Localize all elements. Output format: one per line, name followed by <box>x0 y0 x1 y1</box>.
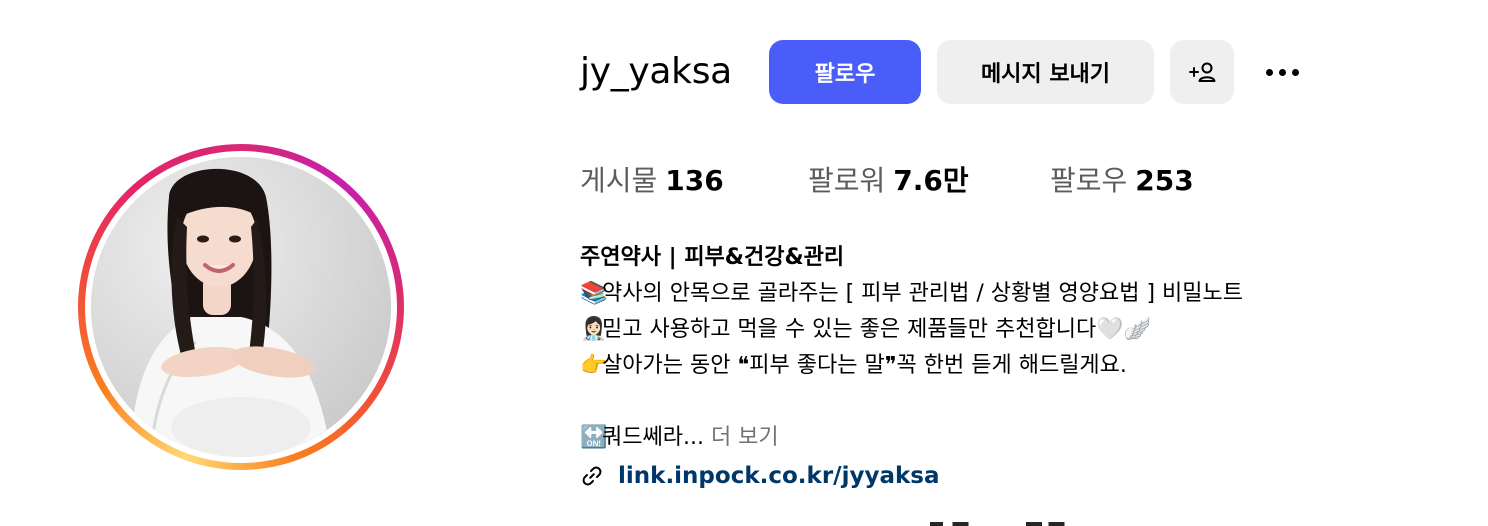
heart-wing-emoji-icon: 🤍🪽 <box>1096 317 1152 342</box>
books-emoji-icon: 📚 <box>580 281 608 306</box>
more-options-icon-dot <box>1291 68 1299 76</box>
more-options-button[interactable] <box>1258 56 1306 88</box>
stat-followers-value: 7.6만 <box>893 164 969 197</box>
bio-display-name: 주연약사 | 피부&건강&관리 <box>580 245 845 270</box>
bio-external-link-row: link.inpock.co.kr/jyyaksa <box>580 458 1460 494</box>
bio-more-link[interactable]: 더 보기 <box>711 425 779 450</box>
suggested-accounts-button[interactable] <box>1170 40 1234 104</box>
add-person-icon <box>1189 62 1216 82</box>
pointing-hand-emoji-icon: 👉 <box>580 353 608 378</box>
follow-button[interactable]: 팔로우 <box>769 40 921 104</box>
bio-line-3-text: 살아가는 동안 ❝피부 좋다는 말❞꼭 한번 듣게 해드릴게요. <box>602 353 1127 378</box>
bio-line-4-text: 쿼드쎄라... <box>602 425 704 450</box>
bio-line-1: 📚약사의 안목으로 골라주는 [ 피부 관리법 / 상황별 영양요법 ] 비밀노… <box>580 276 1460 312</box>
pharmacist-emoji-icon: 👩🏻‍⚕️ <box>580 317 608 342</box>
bio-line-2-text: 믿고 사용하고 먹을 수 있는 좋은 제품들만 추천합니다 <box>602 317 1097 342</box>
bio-spacer <box>580 384 1460 420</box>
bio-external-link[interactable]: link.inpock.co.kr/jyyaksa <box>618 458 939 494</box>
more-options-icon-dot <box>1278 68 1286 76</box>
bio-line-3: 👉살아가는 동안 ❝피부 좋다는 말❞꼭 한번 듣게 해드릴게요. <box>580 348 1460 384</box>
profile-avatar-ring[interactable] <box>78 144 404 470</box>
profile-avatar-photo[interactable] <box>91 157 391 457</box>
stat-posts-value: 136 <box>665 164 724 197</box>
send-message-button[interactable]: 메시지 보내기 <box>937 40 1154 104</box>
profile-username: jy_yaksa <box>580 51 732 92</box>
profile-bio: 주연약사 | 피부&건강&관리 📚약사의 안목으로 골라주는 [ 피부 관리법 … <box>580 240 1460 494</box>
stat-followers-label: 팔로워 <box>808 164 886 197</box>
stat-followers[interactable]: 팔로워 7.6만 <box>808 162 969 200</box>
stat-posts: 게시물 136 <box>580 162 724 200</box>
stat-posts-label: 게시물 <box>580 164 658 197</box>
bio-line-1-text: 약사의 안목으로 골라주는 [ 피부 관리법 / 상황별 영양요법 ] 비밀노트 <box>602 281 1243 306</box>
link-icon <box>582 466 602 486</box>
more-options-icon <box>1265 68 1273 76</box>
stat-following-label: 팔로우 <box>1050 164 1128 197</box>
bio-line-4: 🔛쿼드쎄라... 더 보기 <box>580 420 1460 456</box>
on-arrow-emoji-icon: 🔛 <box>580 425 608 450</box>
stat-following-value: 253 <box>1135 164 1194 197</box>
bio-line-2: 👩🏻‍⚕️믿고 사용하고 먹을 수 있는 좋은 제품들만 추천합니다🤍🪽 <box>580 312 1460 348</box>
cut-off-text-row <box>930 514 1130 526</box>
avatar-portrait-illustration <box>91 157 391 457</box>
stat-following[interactable]: 팔로우 253 <box>1050 162 1194 200</box>
